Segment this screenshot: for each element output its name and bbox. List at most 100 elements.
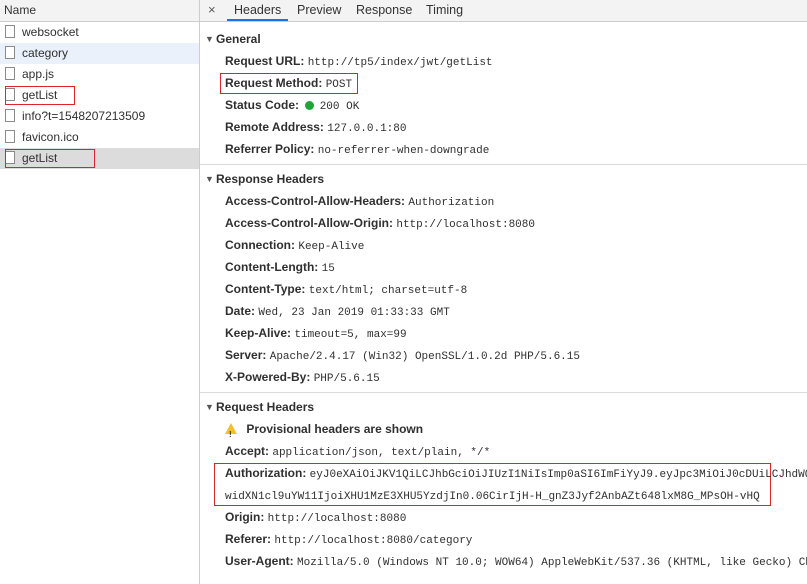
triangle-down-icon: ▼ [205,402,214,412]
request-item-appjs[interactable]: app.js [0,64,199,85]
response-header-row: X-Powered-By: PHP/5.6.15 [200,366,807,388]
details-tabbar: × Headers Preview Response Timing [200,0,807,22]
tab-response[interactable]: Response [349,0,419,21]
referer-row: Referer: http://localhost:8080/category [200,528,807,550]
close-icon[interactable]: × [208,2,216,17]
request-url-row: Request URL: http://tp5/index/jwt/getLis… [200,50,807,72]
triangle-down-icon: ▼ [205,34,214,44]
response-header-row: Content-Type: text/html; charset=utf-8 [200,278,807,300]
general-section: ▼ General Request URL: http://tp5/index/… [200,22,807,165]
header-value: Keep-Alive [298,241,365,253]
response-headers-section: ▼ Response Headers Access-Control-Allow-… [200,165,807,393]
response-header-row: Keep-Alive: timeout=5, max=99 [200,322,807,344]
general-section-title[interactable]: ▼ General [200,28,807,50]
request-headers-section-title[interactable]: ▼ Request Headers [200,396,807,418]
response-headers-section-title[interactable]: ▼ Response Headers [200,168,807,190]
response-header-row: Access-Control-Allow-Origin: http://loca… [200,212,807,234]
header-value: application/json, text/plain, */* [272,447,491,459]
request-details-panel: × Headers Preview Response Timing ▼ Gene… [200,0,807,584]
response-header-row: Content-Length: 15 [200,256,807,278]
request-list-panel: Name websocket category app.js getList i… [0,0,200,584]
header-key: Content-Type: [225,282,306,296]
header-value: PHP/5.6.15 [313,373,380,385]
header-value: 127.0.0.1:80 [327,123,407,135]
header-key: X-Powered-By: [225,370,311,384]
request-item-getlist-1[interactable]: getList [0,85,199,106]
file-icon [5,46,15,59]
section-title-text: Request Headers [216,400,315,414]
tab-headers[interactable]: Headers [227,0,289,21]
request-name: app.js [22,67,55,81]
referrer-policy-row: Referrer Policy: no-referrer-when-downgr… [200,138,807,160]
provisional-warning-row: Provisional headers are shown [200,418,807,446]
header-value: no-referrer-when-downgrade [317,145,490,157]
request-item-getlist-2[interactable]: getList [0,148,199,169]
header-value: http://localhost:8080 [267,513,407,525]
provisional-warning-text: Provisional headers are shown [246,422,424,436]
header-value: Wed, 23 Jan 2019 01:33:33 GMT [258,307,450,319]
header-key: Keep-Alive: [225,326,292,340]
request-list: websocket category app.js getList info?t… [0,22,199,169]
header-key: User-Agent: [225,554,294,568]
file-icon [5,109,15,122]
file-icon [5,130,15,143]
header-value: Authorization [408,197,495,209]
request-name: info?t=1548207213509 [22,109,146,123]
header-key: Content-Length: [225,260,319,274]
header-key: Access-Control-Allow-Origin: [225,216,394,230]
authorization-block: Authorization: eyJ0eXAiOiJKV1QiLCJhbGciO… [200,462,807,506]
green-dot-icon [305,101,315,110]
header-value: http://localhost:8080 [396,219,535,231]
response-header-row: Date: Wed, 23 Jan 2019 01:33:33 GMT [200,300,807,322]
section-title-text: General [216,32,261,46]
request-name: category [22,46,69,60]
file-icon [5,25,15,38]
request-name: websocket [22,25,79,39]
header-key: Status Code: [225,98,300,112]
user-agent-row: User-Agent: Mozilla/5.0 (Windows NT 10.0… [200,550,807,572]
highlight-box [220,73,358,94]
highlight-box [5,86,75,105]
file-icon [5,67,15,80]
tab-preview[interactable]: Preview [290,0,348,21]
origin-row: Origin: http://localhost:8080 [200,506,807,528]
header-key: Connection: [225,238,295,252]
triangle-down-icon: ▼ [205,174,214,184]
remote-address-row: Remote Address: 127.0.0.1:80 [200,116,807,138]
accept-row: Accept: application/json, text/plain, */… [200,440,807,462]
request-item-info[interactable]: info?t=1548207213509 [0,106,199,127]
header-key: Access-Control-Allow-Headers: [225,194,406,208]
status-code-row: Status Code: 200 OK [200,94,807,116]
request-name: favicon.ico [22,130,79,144]
header-key: Authorization: [225,466,307,480]
header-key: Accept: [225,444,270,458]
request-item-category[interactable]: category [0,43,199,64]
response-header-row: Connection: Keep-Alive [200,234,807,256]
header-value: Apache/2.4.17 (Win32) OpenSSL/1.0.2d PHP… [269,351,580,363]
request-headers-section: ▼ Request Headers Provisional headers ar… [200,393,807,572]
header-key: Referer: [225,532,272,546]
header-value: 15 [321,263,335,275]
header-value: http://localhost:8080/category [274,535,473,547]
header-key: Referrer Policy: [225,142,315,156]
response-header-row: Access-Control-Allow-Headers: Authorizat… [200,190,807,212]
header-value: widXN1cl9uYW11IjoiXHU1MzE3XHU5YzdjIn0.06… [225,491,760,503]
authorization-continuation-row: widXN1cl9uYW11IjoiXHU1MzE3XHU5YzdjIn0.06… [200,484,807,506]
request-item-websocket[interactable]: websocket [0,22,199,43]
header-key: Remote Address: [225,120,324,134]
section-title-text: Response Headers [216,172,325,186]
header-key: Date: [225,304,256,318]
highlight-box [5,149,95,168]
header-key: Server: [225,348,267,362]
header-key: Origin: [225,510,265,524]
request-item-favicon[interactable]: favicon.ico [0,127,199,148]
tab-timing[interactable]: Timing [419,0,470,21]
header-value: 200 OK [319,101,360,113]
response-header-row: Server: Apache/2.4.17 (Win32) OpenSSL/1.… [200,344,807,366]
warning-icon [225,423,237,446]
header-value: text/html; charset=utf-8 [308,285,468,297]
header-key: Request URL: [225,54,305,68]
header-value: Mozilla/5.0 (Windows NT 10.0; WOW64) App… [297,557,807,569]
name-column-header[interactable]: Name [0,0,199,22]
header-value: timeout=5, max=99 [294,329,407,341]
